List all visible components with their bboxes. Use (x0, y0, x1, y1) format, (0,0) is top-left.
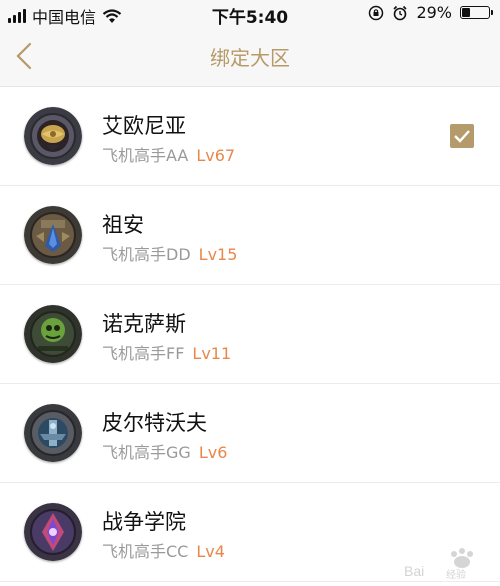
page-title: 绑定大区 (210, 46, 290, 70)
account-level: Lv15 (198, 245, 238, 264)
account-name: 飞机高手FF (102, 344, 185, 363)
account-line: 飞机高手DD Lv15 (102, 241, 237, 265)
status-right: 29% (368, 3, 493, 22)
svg-text:经验: 经验 (446, 568, 466, 581)
list-item[interactable]: 祖安 飞机高手DD Lv15 (0, 186, 500, 285)
svg-text:Bai: Bai (404, 563, 424, 579)
zaun-emblem-icon (24, 206, 82, 264)
region-name: 皮尔特沃夫 (102, 411, 207, 435)
account-name: 飞机高手DD (102, 245, 191, 264)
account-level: Lv6 (198, 443, 228, 462)
noxus-emblem-icon (24, 305, 82, 363)
status-bar: 中国电信 下午5:40 29% (0, 0, 500, 28)
nav-bar: 绑定大区 (0, 28, 500, 87)
baidu-watermark-logo: Bai 经验 (404, 548, 473, 581)
account-line: 飞机高手AA Lv67 (102, 142, 235, 166)
account-line: 飞机高手CC Lv4 (102, 538, 225, 562)
rotation-lock-icon (369, 5, 384, 20)
account-level: Lv4 (196, 542, 225, 561)
selected-checkbox[interactable] (450, 124, 474, 148)
list-item[interactable]: 皮尔特沃夫 飞机高手GG Lv6 (0, 384, 500, 483)
war-academy-emblem-icon (24, 503, 82, 561)
list-item[interactable]: 艾欧尼亚 飞机高手AA Lv67 (0, 87, 500, 186)
account-level: Lv11 (192, 344, 232, 363)
region-name: 战争学院 (102, 510, 186, 534)
alarm-icon (393, 5, 408, 20)
battery-icon (460, 6, 493, 19)
region-name: 祖安 (102, 213, 144, 237)
account-name: 飞机高手GG (102, 443, 191, 462)
piltover-emblem-icon (24, 404, 82, 462)
ionia-emblem-icon (24, 107, 82, 165)
battery-percent: 29% (416, 3, 452, 22)
account-name: 飞机高手AA (102, 146, 189, 165)
region-list: 艾欧尼亚 飞机高手AA Lv67 祖安 飞机高手DD Lv15 诺克萨斯 飞机高… (0, 87, 500, 582)
battery-level (462, 8, 470, 17)
account-line: 飞机高手FF Lv11 (102, 340, 231, 364)
region-name: 诺克萨斯 (102, 312, 186, 336)
account-level: Lv67 (196, 146, 236, 165)
account-name: 飞机高手CC (102, 542, 189, 561)
region-name: 艾欧尼亚 (102, 114, 186, 138)
checkmark-icon (454, 130, 470, 143)
list-item[interactable]: 诺克萨斯 飞机高手FF Lv11 (0, 285, 500, 384)
account-line: 飞机高手GG Lv6 (102, 439, 227, 463)
